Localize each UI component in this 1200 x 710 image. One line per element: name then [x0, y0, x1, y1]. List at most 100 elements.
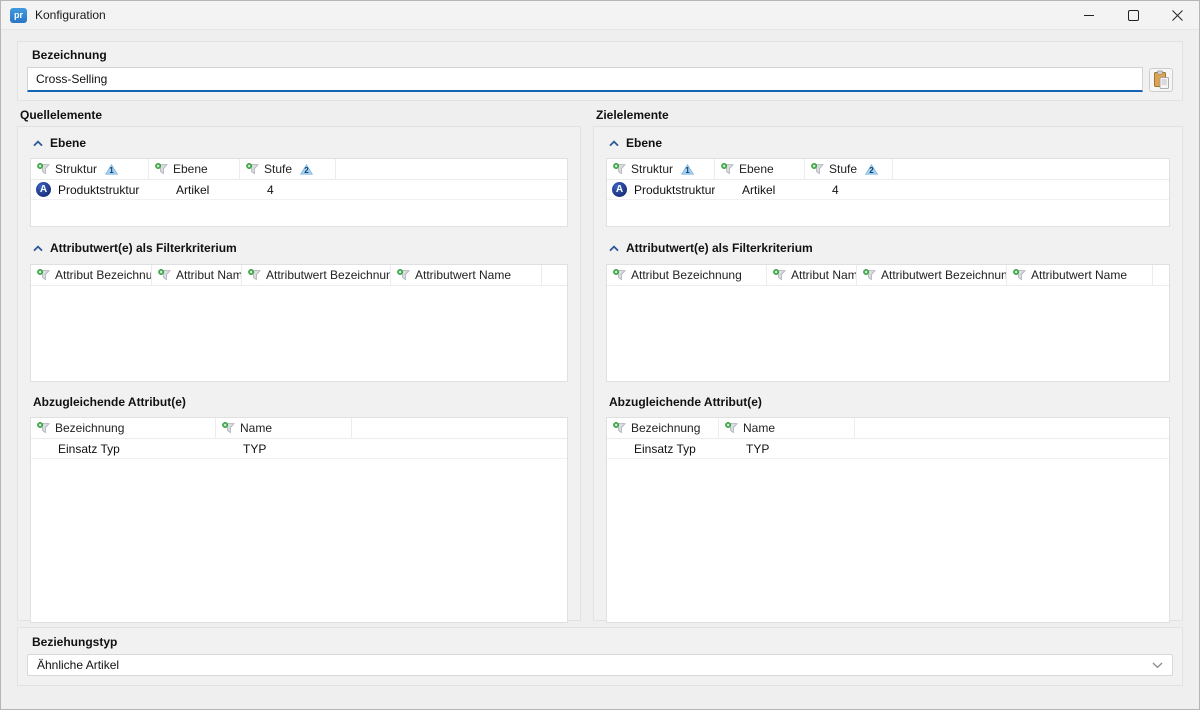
app-icon: pr — [10, 8, 27, 23]
column-header-attributwert-name[interactable]: Attributwert Name — [1007, 265, 1153, 285]
filter-icon[interactable] — [773, 269, 786, 281]
filter-icon[interactable] — [222, 422, 235, 434]
filter-icon[interactable] — [613, 269, 626, 281]
cell-bezeichnung: Einsatz Typ — [607, 439, 719, 458]
filter-icon[interactable] — [725, 422, 738, 434]
column-header-stufe[interactable]: Stufe 2 — [805, 159, 893, 179]
minimize-button[interactable] — [1067, 1, 1111, 29]
source-panel: Ebene Struktur 1 — [17, 126, 581, 621]
window-title: Konfiguration — [35, 8, 106, 22]
source-ebene-table: Struktur 1 Ebene Stufe — [30, 158, 568, 227]
source-match-table: Bezeichnung Name Einsatz Typ TYP — [30, 417, 568, 623]
column-header-stufe[interactable]: Stufe 2 — [240, 159, 336, 179]
target-panel: Ebene Struktur 1 — [593, 126, 1183, 621]
close-button[interactable] — [1155, 1, 1199, 29]
source-match-attributes-label: Abzugleichende Attribut(e) — [33, 395, 568, 409]
filter-icon[interactable] — [246, 163, 259, 175]
cell-name: TYP — [719, 439, 855, 458]
source-ebene-section-header[interactable]: Ebene — [33, 136, 568, 150]
beziehungstyp-select[interactable]: Ähnliche Artikel — [27, 654, 1173, 676]
filter-icon[interactable] — [863, 269, 876, 281]
svg-text:1: 1 — [685, 166, 690, 175]
filter-icon[interactable] — [37, 269, 50, 281]
table-row[interactable]: Einsatz Typ TYP — [607, 439, 1169, 459]
cell-bezeichnung: Einsatz Typ — [31, 439, 216, 458]
bezeichnung-input[interactable] — [27, 67, 1143, 92]
collapse-icon — [33, 245, 43, 252]
source-elements-title: Quellelemente — [20, 108, 581, 122]
svg-text:2: 2 — [304, 166, 309, 175]
column-header-struktur[interactable]: Struktur 1 — [607, 159, 715, 179]
target-match-attributes-label: Abzugleichende Attribut(e) — [609, 395, 1170, 409]
filter-icon[interactable] — [37, 422, 50, 434]
column-header-filler — [542, 265, 567, 285]
cell-struktur: A Produktstruktur — [31, 180, 149, 199]
cell-name: TYP — [216, 439, 352, 458]
filter-icon[interactable] — [248, 269, 261, 281]
sort-ascending-icon: 1 — [105, 164, 118, 175]
svg-text:1: 1 — [109, 166, 114, 175]
column-header-filler — [893, 159, 1169, 179]
section-title: Ebene — [50, 136, 86, 150]
column-header-bezeichnung[interactable]: Bezeichnung — [607, 418, 719, 438]
target-ebene-table: Struktur 1 Ebene Stufe — [606, 158, 1170, 227]
cell-stufe: 4 — [805, 180, 893, 199]
structure-type-badge: A — [36, 182, 51, 197]
column-header-attribut-name[interactable]: Attribut Name — [767, 265, 857, 285]
section-title: Attributwert(e) als Filterkriterium — [626, 241, 813, 255]
column-header-filler — [855, 418, 1169, 438]
column-header-bezeichnung[interactable]: Bezeichnung — [31, 418, 216, 438]
target-ebene-section-header[interactable]: Ebene — [609, 136, 1170, 150]
sort-ascending-icon: 1 — [681, 164, 694, 175]
column-header-name[interactable]: Name — [719, 418, 855, 438]
source-filter-section-header[interactable]: Attributwert(e) als Filterkriterium — [33, 241, 568, 255]
column-header-struktur[interactable]: Struktur 1 — [31, 159, 149, 179]
filter-icon[interactable] — [811, 163, 824, 175]
table-row[interactable]: A Produktstruktur Artikel 4 — [31, 180, 567, 200]
sort-ascending-icon: 2 — [300, 164, 313, 175]
filter-icon[interactable] — [397, 269, 410, 281]
filter-icon[interactable] — [613, 422, 626, 434]
target-match-table: Bezeichnung Name Einsatz Typ TYP — [606, 417, 1170, 623]
target-filter-table: Attribut Bezeichnung Attribut Name Attri… — [606, 264, 1170, 382]
svg-text:2: 2 — [869, 166, 874, 175]
column-header-ebene[interactable]: Ebene — [715, 159, 805, 179]
filter-icon[interactable] — [158, 269, 171, 281]
table-row[interactable]: Einsatz Typ TYP — [31, 439, 567, 459]
column-header-filler — [336, 159, 567, 179]
column-header-attribut-name[interactable]: Attribut Name — [152, 265, 242, 285]
column-header-attributwert-name[interactable]: Attributwert Name — [391, 265, 542, 285]
filter-icon[interactable] — [721, 163, 734, 175]
column-header-filler — [352, 418, 567, 438]
section-title: Ebene — [626, 136, 662, 150]
close-icon — [1172, 10, 1183, 21]
column-header-attribut-bezeichnung[interactable]: Attribut Bezeichnung — [607, 265, 767, 285]
collapse-icon — [33, 140, 43, 147]
maximize-button[interactable] — [1111, 1, 1155, 29]
target-elements-title: Zielelemente — [596, 108, 1183, 122]
cell-ebene: Artikel — [715, 180, 805, 199]
column-header-attribut-bezeichnung[interactable]: Attribut Bezeichnung — [31, 265, 152, 285]
table-row[interactable]: A Produktstruktur Artikel 4 — [607, 180, 1169, 200]
source-elements-column: Quellelemente Ebene Struktur 1 — [17, 105, 581, 621]
column-header-attributwert-bezeichnung[interactable]: Attributwert Bezeichnung — [242, 265, 391, 285]
cell-ebene: Artikel — [149, 180, 240, 199]
target-elements-column: Zielelemente Ebene Struktur 1 — [593, 105, 1183, 621]
maximize-icon — [1128, 10, 1139, 21]
section-title: Attributwert(e) als Filterkriterium — [50, 241, 237, 255]
column-header-ebene[interactable]: Ebene — [149, 159, 240, 179]
paste-button[interactable] — [1149, 68, 1173, 92]
structure-type-badge: A — [612, 182, 627, 197]
filter-icon[interactable] — [613, 163, 626, 175]
chevron-down-icon — [1152, 662, 1163, 669]
target-filter-section-header[interactable]: Attributwert(e) als Filterkriterium — [609, 241, 1170, 255]
collapse-icon — [609, 140, 619, 147]
filter-icon[interactable] — [1013, 269, 1026, 281]
sort-ascending-icon: 2 — [865, 164, 878, 175]
column-header-name[interactable]: Name — [216, 418, 352, 438]
filter-icon[interactable] — [37, 163, 50, 175]
minimize-icon — [1084, 10, 1094, 20]
titlebar[interactable]: pr Konfiguration — [1, 1, 1199, 30]
filter-icon[interactable] — [155, 163, 168, 175]
column-header-attributwert-bezeichnung[interactable]: Attributwert Bezeichnung — [857, 265, 1007, 285]
